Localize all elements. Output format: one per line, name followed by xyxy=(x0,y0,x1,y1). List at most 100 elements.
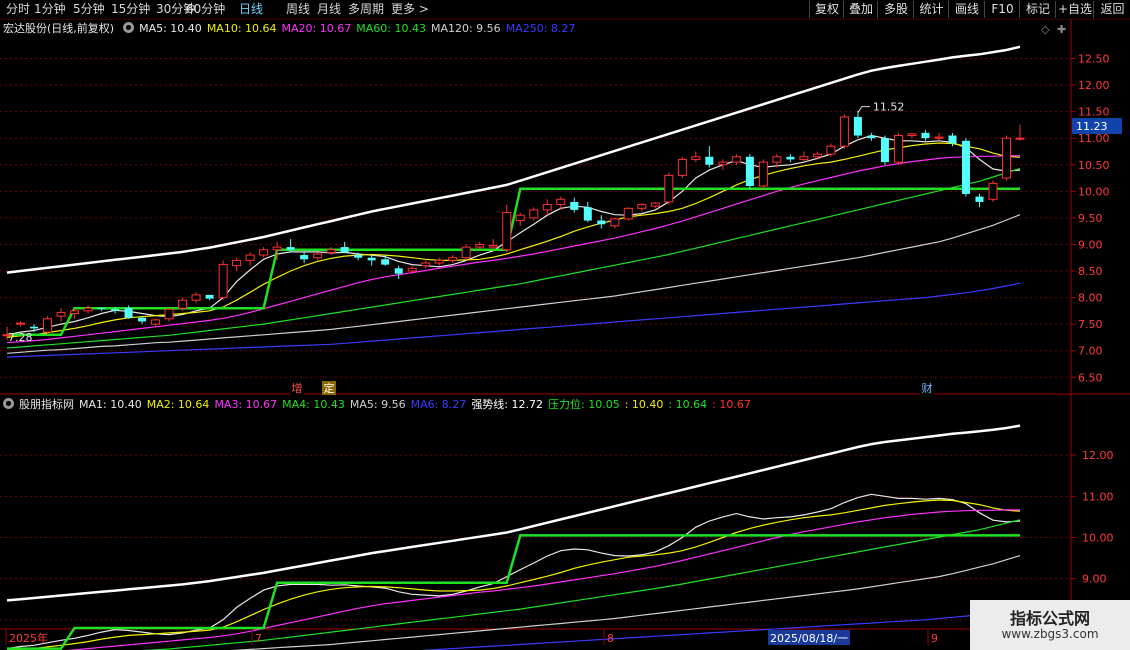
watermark: 指标公式网 www.zbgs3.com xyxy=(970,600,1130,650)
candle-body-28 xyxy=(381,259,390,265)
candle-body-35 xyxy=(475,243,485,248)
candle-body-22 xyxy=(300,255,309,260)
candle-body-70 xyxy=(948,135,957,144)
candle-body-60 xyxy=(812,153,822,158)
main-series-7 xyxy=(7,187,1020,337)
sub-tick-label-1: 9.00 xyxy=(1082,573,1107,586)
candle-body-14 xyxy=(191,294,201,301)
high-price-label: 11.52 xyxy=(873,101,905,114)
candle-body-39 xyxy=(529,209,539,219)
watermark-title: 指标公式网 xyxy=(1009,609,1090,628)
sub-tick-label-2: 10.00 xyxy=(1082,531,1114,544)
candle-body-45 xyxy=(610,218,620,227)
low-price-label: 7.28 xyxy=(8,331,33,344)
candle-body-73 xyxy=(988,182,998,200)
candle-body-64 xyxy=(867,135,876,139)
candle-body-8 xyxy=(111,309,120,311)
candle-body-50 xyxy=(677,158,687,176)
candle-body-51 xyxy=(691,156,701,160)
candle-body-6 xyxy=(83,307,93,312)
candle-body-20 xyxy=(272,246,282,251)
candle-body-15 xyxy=(205,294,214,299)
sub-series-4 xyxy=(229,555,1021,650)
main-tick-label-0: 6.50 xyxy=(1078,371,1103,384)
candle-body-49 xyxy=(664,174,674,203)
main-tick-label-7: 10.00 xyxy=(1078,185,1110,198)
candle-body-18 xyxy=(245,254,255,261)
candle-body-58 xyxy=(786,156,795,160)
main-tick-label-2: 7.50 xyxy=(1078,318,1103,331)
candle-body-5 xyxy=(70,310,80,314)
candle-body-2 xyxy=(30,326,39,329)
main-tick-label-6: 9.50 xyxy=(1078,212,1103,225)
candle-body-53 xyxy=(718,161,728,166)
candle-body-31 xyxy=(421,262,431,267)
candle-body-3 xyxy=(43,318,53,333)
candle-body-46 xyxy=(623,207,633,220)
main-series-4 xyxy=(6,214,1021,354)
candle-body-25 xyxy=(340,247,349,253)
candle-body-10 xyxy=(138,317,147,322)
candle-body-48 xyxy=(650,202,660,207)
candle-body-36 xyxy=(488,245,498,248)
candle-body-72 xyxy=(975,196,984,202)
main-tick-label-9: 11.00 xyxy=(1078,132,1110,145)
sub-series-7 xyxy=(7,534,1020,650)
marker-ding: 定 xyxy=(324,381,335,395)
candle-body-12 xyxy=(164,308,174,320)
candle-body-4 xyxy=(56,311,66,317)
candle-body-29 xyxy=(394,268,403,274)
high-pointer xyxy=(857,106,870,113)
main-tick-label-11: 12.00 xyxy=(1078,79,1110,92)
candle-body-26 xyxy=(354,255,363,258)
candle-body-63 xyxy=(853,116,862,136)
main-tick-label-8: 10.50 xyxy=(1078,159,1110,172)
candle-body-27 xyxy=(367,257,376,261)
sub-series-0 xyxy=(6,493,1021,650)
candle-body-44 xyxy=(597,220,606,225)
candle-body-7 xyxy=(97,308,106,310)
main-tick-label-5: 9.00 xyxy=(1078,238,1103,251)
x-axis-label-4: 9 xyxy=(931,632,938,645)
candle-body-13 xyxy=(178,299,188,309)
candle-body-55 xyxy=(745,156,754,186)
candle-body-32 xyxy=(434,259,444,264)
candle-body-69 xyxy=(934,136,944,139)
sub-tick-label-4: 12.00 xyxy=(1082,449,1114,462)
main-series-0 xyxy=(6,134,1021,336)
candle-body-56 xyxy=(758,161,768,187)
main-tick-label-10: 11.50 xyxy=(1078,106,1110,119)
x-axis-label-2: 8 xyxy=(607,632,614,645)
candle-body-37 xyxy=(502,212,512,251)
candle-body-61 xyxy=(826,145,836,155)
candle-body-52 xyxy=(705,156,714,165)
candle-body-74 xyxy=(1001,137,1011,179)
current-price-label: 11.23 xyxy=(1076,120,1108,133)
candle-body-33 xyxy=(448,257,458,261)
candle-body-66 xyxy=(893,135,903,163)
candle-body-41 xyxy=(556,198,566,206)
candle-body-21 xyxy=(286,247,295,250)
candle-body-40 xyxy=(542,204,552,211)
candle-body-62 xyxy=(839,116,849,147)
candle-body-11 xyxy=(151,319,161,325)
x-axis-label-0: 2025年 xyxy=(9,631,48,645)
candle-body-38 xyxy=(515,214,525,222)
main-tick-label-1: 7.00 xyxy=(1078,345,1103,358)
candle-body-30 xyxy=(407,267,417,272)
candle-body-57 xyxy=(772,156,782,163)
main-tick-label-3: 8.00 xyxy=(1078,292,1103,305)
candle-body-9 xyxy=(124,308,133,318)
chart-canvas[interactable]: 6.50 7.00 7.50 8.00 8.50 9.00 9.50 10.00 10.50 11… xyxy=(0,0,1130,650)
watermark-url: www.zbgs3.com xyxy=(1001,627,1099,641)
candle-body-1 xyxy=(16,322,26,325)
marker-zeng: 增 xyxy=(292,381,303,395)
candle-body-17 xyxy=(232,259,242,267)
x-axis-label-1: 7 xyxy=(255,632,262,645)
marker-cai: 财 xyxy=(922,381,933,395)
candle-body-34 xyxy=(461,246,471,259)
candle-body-75 xyxy=(1015,137,1025,140)
candle-body-65 xyxy=(880,138,889,163)
candle-body-24 xyxy=(326,249,336,253)
candle-body-67 xyxy=(907,133,917,137)
